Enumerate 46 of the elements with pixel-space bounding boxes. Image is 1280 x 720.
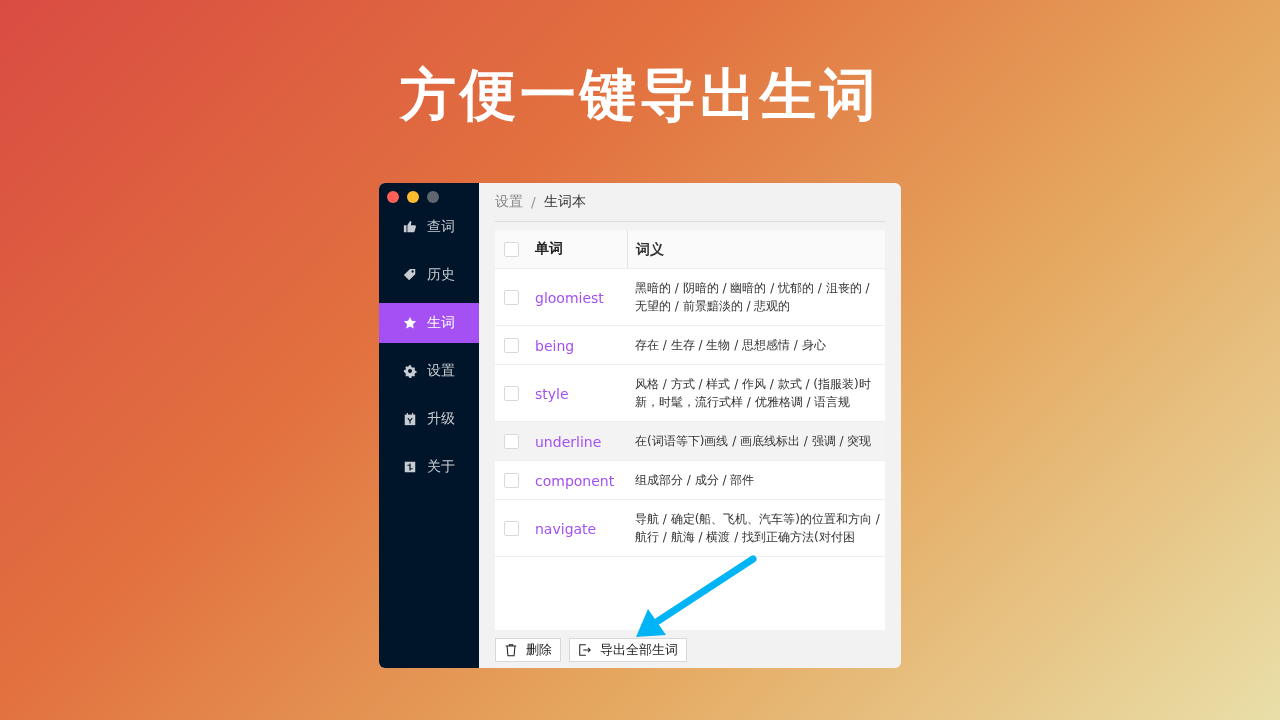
thumb-icon: [403, 220, 417, 234]
meaning-cell-text: 在(词语等下)画线 / 画底线标出 / 强调 / 突现: [634, 433, 873, 450]
sidebar-item[interactable]: 设置: [379, 351, 479, 391]
minimize-button[interactable]: [407, 191, 419, 203]
table-row[interactable]: being 存在 / 生存 / 生物 / 思想感情 / 身心: [495, 326, 885, 365]
export-icon: [578, 643, 592, 657]
maximize-button[interactable]: [427, 191, 439, 203]
table-row[interactable]: navigate 导航 / 确定(船、飞机、汽车等)的位置和方向 / 航行 / 航海 / 横渡 / 找到正确方法(对付困: [495, 500, 885, 557]
breadcrumb-separator: /: [531, 194, 536, 210]
meaning-cell-text: 风格 / 方式 / 样式 / 作风 / 款式 / (指服装)时新，时髦，流行式样 / 优雅格调 / 语言规: [634, 376, 872, 411]
tag-icon: [403, 268, 417, 282]
meaning-cell-text: 存在 / 生存 / 生物 / 思想感情 / 身心: [634, 337, 827, 354]
row-checkbox[interactable]: [503, 433, 519, 449]
word-link[interactable]: navigate: [535, 520, 597, 537]
word-link[interactable]: underline: [535, 433, 602, 450]
headline: 方便一键导出生词: [400, 61, 880, 129]
sidebar-item[interactable]: 历史: [379, 255, 479, 295]
sidebar-item[interactable]: 生词: [379, 303, 479, 343]
meaning-cell-text: 导航 / 确定(船、飞机、汽车等)的位置和方向 / 航行 / 航海 / 横渡 / 找到正确方法(对付困: [634, 511, 881, 546]
row-checkbox[interactable]: [503, 289, 519, 305]
select-all-checkbox[interactable]: [503, 241, 519, 257]
close-button[interactable]: [387, 191, 399, 203]
row-checkbox[interactable]: [503, 472, 519, 488]
word-link[interactable]: component: [535, 472, 615, 489]
row-checkbox[interactable]: [503, 520, 519, 536]
breadcrumb-link[interactable]: 生词本: [543, 193, 586, 211]
trash-icon: [504, 643, 518, 657]
word-link[interactable]: gloomiest: [535, 289, 604, 306]
column-header[interactable]: 词义: [627, 230, 885, 268]
gear-icon: [403, 364, 417, 378]
table-row[interactable]: gloomiest 黑暗的 / 阴暗的 / 幽暗的 / 忧郁的 / 沮丧的 / 无望的 / 前景黯淡的 / 悲观的: [495, 269, 885, 326]
row-checkbox[interactable]: [503, 385, 519, 401]
sidebar-item[interactable]: 查词: [379, 207, 479, 247]
column-header[interactable]: 单词: [527, 240, 627, 258]
word-link[interactable]: being: [535, 337, 575, 354]
sidebar-item[interactable]: 升级: [379, 399, 479, 439]
sidebar-item[interactable]: 关于: [379, 447, 479, 487]
table-row[interactable]: component 组成部分 / 成分 / 部件: [495, 461, 885, 500]
export-button[interactable]: 导出全部生词: [569, 638, 687, 662]
row-checkbox[interactable]: [503, 337, 519, 353]
delete-button[interactable]: 删除: [495, 638, 561, 662]
meaning-cell-text: 黑暗的 / 阴暗的 / 幽暗的 / 忧郁的 / 沮丧的 / 无望的 / 前景黯淡的 / 悲观的: [634, 280, 871, 315]
meaning-cell-text: 组成部分 / 成分 / 部件: [634, 472, 756, 489]
table-row[interactable]: underline 在(词语等下)画线 / 画底线标出 / 强调 / 突现: [495, 422, 885, 461]
star-icon: [403, 316, 417, 330]
word-link[interactable]: style: [535, 385, 569, 402]
